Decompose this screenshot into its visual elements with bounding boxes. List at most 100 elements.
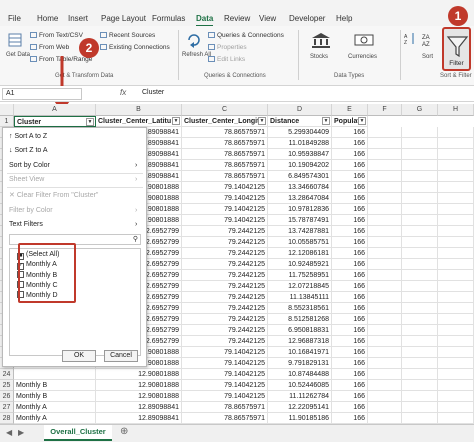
table-cell[interactable] xyxy=(438,127,474,138)
table-cell[interactable] xyxy=(368,413,402,424)
table-cell[interactable] xyxy=(402,358,438,369)
table-cell[interactable] xyxy=(438,402,474,413)
filter-dropdown-icon[interactable]: ▼ xyxy=(86,118,94,126)
fx-icon[interactable]: fx xyxy=(120,88,126,97)
table-cell[interactable] xyxy=(368,391,402,402)
sheet-tab-overall-cluster[interactable]: Overall_Cluster xyxy=(44,425,112,441)
cancel-button[interactable]: Cancel xyxy=(104,350,138,362)
table-cell[interactable] xyxy=(438,149,474,160)
add-sheet-icon[interactable]: ⊕ xyxy=(120,426,128,437)
table-cell[interactable]: 166 xyxy=(332,248,368,259)
column-header-g[interactable]: G xyxy=(402,104,438,116)
table-cell[interactable] xyxy=(438,358,474,369)
tab-file[interactable]: File xyxy=(8,14,21,23)
table-cell[interactable]: 79.2442125 xyxy=(182,325,268,336)
table-cell[interactable] xyxy=(368,248,402,259)
table-cell[interactable]: 78.86575971 xyxy=(182,402,268,413)
table-cell[interactable] xyxy=(438,391,474,402)
name-box[interactable]: A1 xyxy=(2,88,82,100)
table-cell[interactable] xyxy=(368,303,402,314)
stocks-button[interactable]: Stocks xyxy=(304,32,338,68)
table-cell[interactable]: 79.2442125 xyxy=(182,248,268,259)
table-cell[interactable] xyxy=(402,160,438,171)
table-cell[interactable]: 166 xyxy=(332,281,368,292)
column-header-b[interactable]: B xyxy=(96,104,182,116)
filter-dropdown-icon[interactable]: ▼ xyxy=(358,117,366,125)
table-cell[interactable]: 79.2442125 xyxy=(182,303,268,314)
row-header[interactable]: 27 xyxy=(0,402,14,413)
row-header[interactable]: 1 xyxy=(0,116,14,127)
table-cell[interactable] xyxy=(438,325,474,336)
prev-sheet-icon[interactable]: ◀ xyxy=(6,428,12,437)
table-cell[interactable] xyxy=(368,182,402,193)
table-cell[interactable] xyxy=(402,303,438,314)
table-cell[interactable] xyxy=(438,171,474,182)
table-cell[interactable] xyxy=(402,347,438,358)
table-cell[interactable]: Monthly A xyxy=(14,413,96,424)
table-cell[interactable]: 11.13845111 xyxy=(268,292,332,303)
column-header-e[interactable]: E xyxy=(332,104,368,116)
table-cell[interactable] xyxy=(438,226,474,237)
row-header[interactable]: 25 xyxy=(0,380,14,391)
table-cell[interactable]: 10.05585751 xyxy=(268,237,332,248)
tab-insert[interactable]: Insert xyxy=(68,14,88,23)
get-data-button[interactable]: Get Data xyxy=(4,30,30,70)
table-cell[interactable]: 6.849574301 xyxy=(268,171,332,182)
filter-by-color-item[interactable]: Filter by Color › xyxy=(9,207,143,214)
header-cell-cluster[interactable]: Cluster ▼ xyxy=(14,116,96,127)
table-cell[interactable]: 10.16841971 xyxy=(268,347,332,358)
column-header-a[interactable]: A xyxy=(14,104,96,116)
table-cell[interactable] xyxy=(402,193,438,204)
table-cell[interactable] xyxy=(368,127,402,138)
header-cell-latitude[interactable]: Cluster_Center_Latitu ▼ xyxy=(96,116,182,127)
table-cell[interactable] xyxy=(438,413,474,424)
existing-connections-button[interactable]: Existing Connections xyxy=(100,44,170,51)
filter-dropdown-icon[interactable]: ▼ xyxy=(258,117,266,125)
tab-help[interactable]: Help xyxy=(336,14,352,23)
sort-by-color-item[interactable]: Sort by Color › xyxy=(9,162,143,169)
table-cell[interactable] xyxy=(14,369,96,380)
table-cell[interactable]: 12.90801888 xyxy=(96,380,182,391)
header-cell-population[interactable]: Populati ▼ xyxy=(332,116,368,127)
table-cell[interactable] xyxy=(438,237,474,248)
table-cell[interactable] xyxy=(402,391,438,402)
table-cell[interactable]: 11.01849288 xyxy=(268,138,332,149)
table-cell[interactable]: 12.12086181 xyxy=(268,248,332,259)
table-cell[interactable]: 11.75258951 xyxy=(268,270,332,281)
table-cell[interactable] xyxy=(368,138,402,149)
table-cell[interactable] xyxy=(402,237,438,248)
tab-view[interactable]: View xyxy=(259,14,276,23)
table-cell[interactable] xyxy=(368,336,402,347)
table-cell[interactable]: 166 xyxy=(332,369,368,380)
refresh-all-button[interactable]: Refresh All xyxy=(182,30,211,70)
table-cell[interactable]: 12.89098841 xyxy=(96,402,182,413)
sheet-view-item[interactable]: Sheet View › xyxy=(9,176,143,183)
sort-az-icon[interactable]: A Z xyxy=(404,32,418,46)
table-cell[interactable] xyxy=(368,149,402,160)
table-cell[interactable]: 13.28647084 xyxy=(268,193,332,204)
column-header-c[interactable]: C xyxy=(182,104,268,116)
table-cell[interactable]: 79.14042125 xyxy=(182,193,268,204)
sort-a-to-z-item[interactable]: ↑ Sort A to Z xyxy=(9,133,47,140)
table-cell[interactable]: 10.95938847 xyxy=(268,149,332,160)
table-cell[interactable]: 166 xyxy=(332,259,368,270)
tab-home[interactable]: Home xyxy=(37,14,58,23)
table-cell[interactable] xyxy=(438,347,474,358)
filter-button[interactable]: Filter xyxy=(442,27,471,71)
table-cell[interactable] xyxy=(438,292,474,303)
table-cell[interactable]: 8.512581268 xyxy=(268,314,332,325)
table-cell[interactable]: 166 xyxy=(332,347,368,358)
table-cell[interactable]: 166 xyxy=(332,204,368,215)
table-cell[interactable]: 12.96887318 xyxy=(268,336,332,347)
table-cell[interactable]: 10.97812836 xyxy=(268,204,332,215)
table-cell[interactable] xyxy=(368,314,402,325)
table-cell[interactable] xyxy=(402,292,438,303)
table-cell[interactable]: 12.90801888 xyxy=(96,369,182,380)
table-cell[interactable]: 13.34660784 xyxy=(268,182,332,193)
formula-input[interactable]: Cluster xyxy=(142,89,164,96)
table-cell[interactable]: 12.89098841 xyxy=(96,413,182,424)
table-cell[interactable]: 12.07218845 xyxy=(268,281,332,292)
table-cell[interactable]: 15.78787491 xyxy=(268,215,332,226)
clear-filter-item[interactable]: ✕ Clear Filter From "Cluster" xyxy=(9,191,98,199)
currencies-button[interactable]: Currencies xyxy=(344,32,384,68)
